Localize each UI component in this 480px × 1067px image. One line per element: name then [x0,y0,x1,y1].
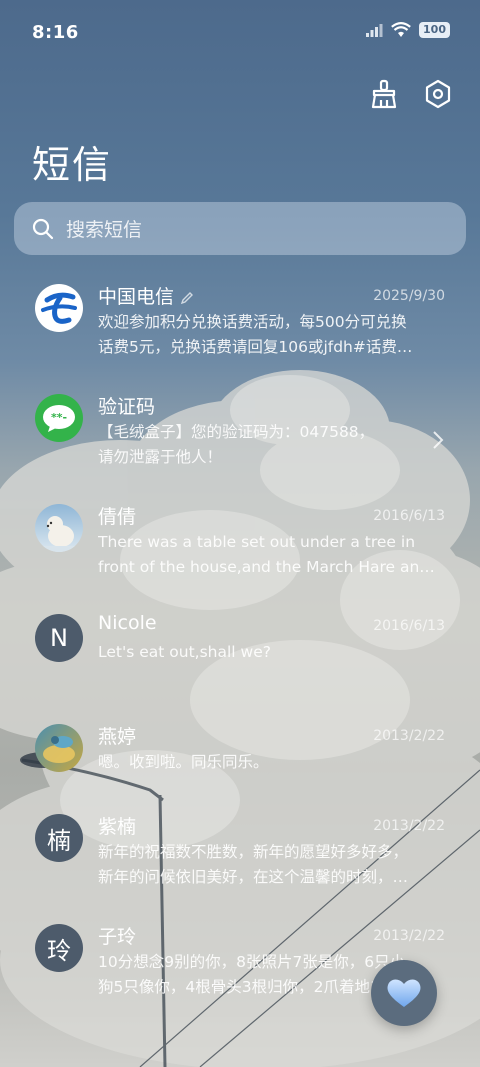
conversation-item[interactable]: 倩倩 2016/6/13 There was a table set out u… [0,492,480,602]
status-icons: 100 [365,22,450,38]
verification-code-icon: **- [35,394,83,442]
header-actions [368,78,454,110]
avatar: 楠 [35,814,83,862]
wifi-icon [391,22,411,37]
conversation-item[interactable]: 中国电信 2025/9/30 欢迎参加积分兑换话费活动，每500分可兑换 话费5… [0,272,480,382]
conversation-date: 2013/2/22 [373,818,445,834]
page-title: 短信 [32,143,113,187]
avatar: N [35,614,83,662]
status-time: 8:16 [32,22,79,43]
heart-icon [387,979,421,1007]
conversation-name: 中国电信 [98,282,194,309]
search-bar[interactable]: 搜索短信 [14,202,466,255]
polar-bear-photo [35,504,83,552]
china-telecom-logo [35,284,83,332]
bird-photo [35,724,83,772]
status-bar: 8:16 100 [0,0,480,68]
message-preview: 新年的祝福数不胜数，新年的愿望好多好多， 新年的问候依旧美好，在这个温馨的时刻，… [98,843,409,886]
conversation-item[interactable]: 燕婷 2013/2/22 嗯。收到啦。同乐同乐。 [0,712,480,802]
conversation-date: 2016/6/13 [373,618,445,634]
search-input[interactable]: 搜索短信 [66,215,142,242]
conversation-date: 2016/6/13 [373,508,445,524]
conversation-date: 2013/2/22 [373,728,445,744]
favorites-button[interactable] [371,960,437,1026]
search-icon [32,218,54,239]
conversation-name: 子玲 [98,926,137,948]
pencil-icon [180,291,194,304]
conversation-date: 2013/2/22 [373,928,445,944]
conversation-item[interactable]: **- 验证码 【毛绒盒子】您的验证码为：047588， 请勿泄露于他人！ [0,382,480,492]
battery-indicator: 100 [419,22,450,38]
chevron-right-icon [433,431,444,449]
message-preview: Let's eat out,shall we? [98,643,271,661]
message-preview: 【毛绒盒子】您的验证码为：047588， 请勿泄露于他人！ [98,423,375,466]
conversation-item[interactable]: N Nicole 2016/6/13 Let's eat out,shall w… [0,602,480,712]
conversation-name: 验证码 [98,396,156,418]
message-preview: 嗯。收到啦。同乐同乐。 [98,753,269,771]
hexagon-settings-icon [425,79,451,109]
avatar: 玲 [35,924,83,972]
conversation-name: Nicole [98,612,157,634]
message-preview: There was a table set out under a tree i… [98,533,435,576]
clean-button[interactable] [368,78,400,110]
settings-button[interactable] [422,78,454,110]
conversation-date: 2025/9/30 [373,288,445,304]
conversation-item[interactable]: 楠 紫楠 2013/2/22 新年的祝福数不胜数，新年的愿望好多好多， 新年的问… [0,802,480,912]
broom-icon [371,79,397,109]
svg-text:**-: **- [51,411,67,424]
message-preview: 欢迎参加积分兑换话费活动，每500分可兑换 话费5元，兑换话费请回复106或jf… [98,313,413,356]
signal-icon [366,24,383,37]
conversation-name: 燕婷 [98,726,137,748]
conversation-name: 紫楠 [98,816,137,838]
conversation-list: 中国电信 2025/9/30 欢迎参加积分兑换话费活动，每500分可兑换 话费5… [0,272,480,1022]
conversation-name: 倩倩 [98,506,137,528]
